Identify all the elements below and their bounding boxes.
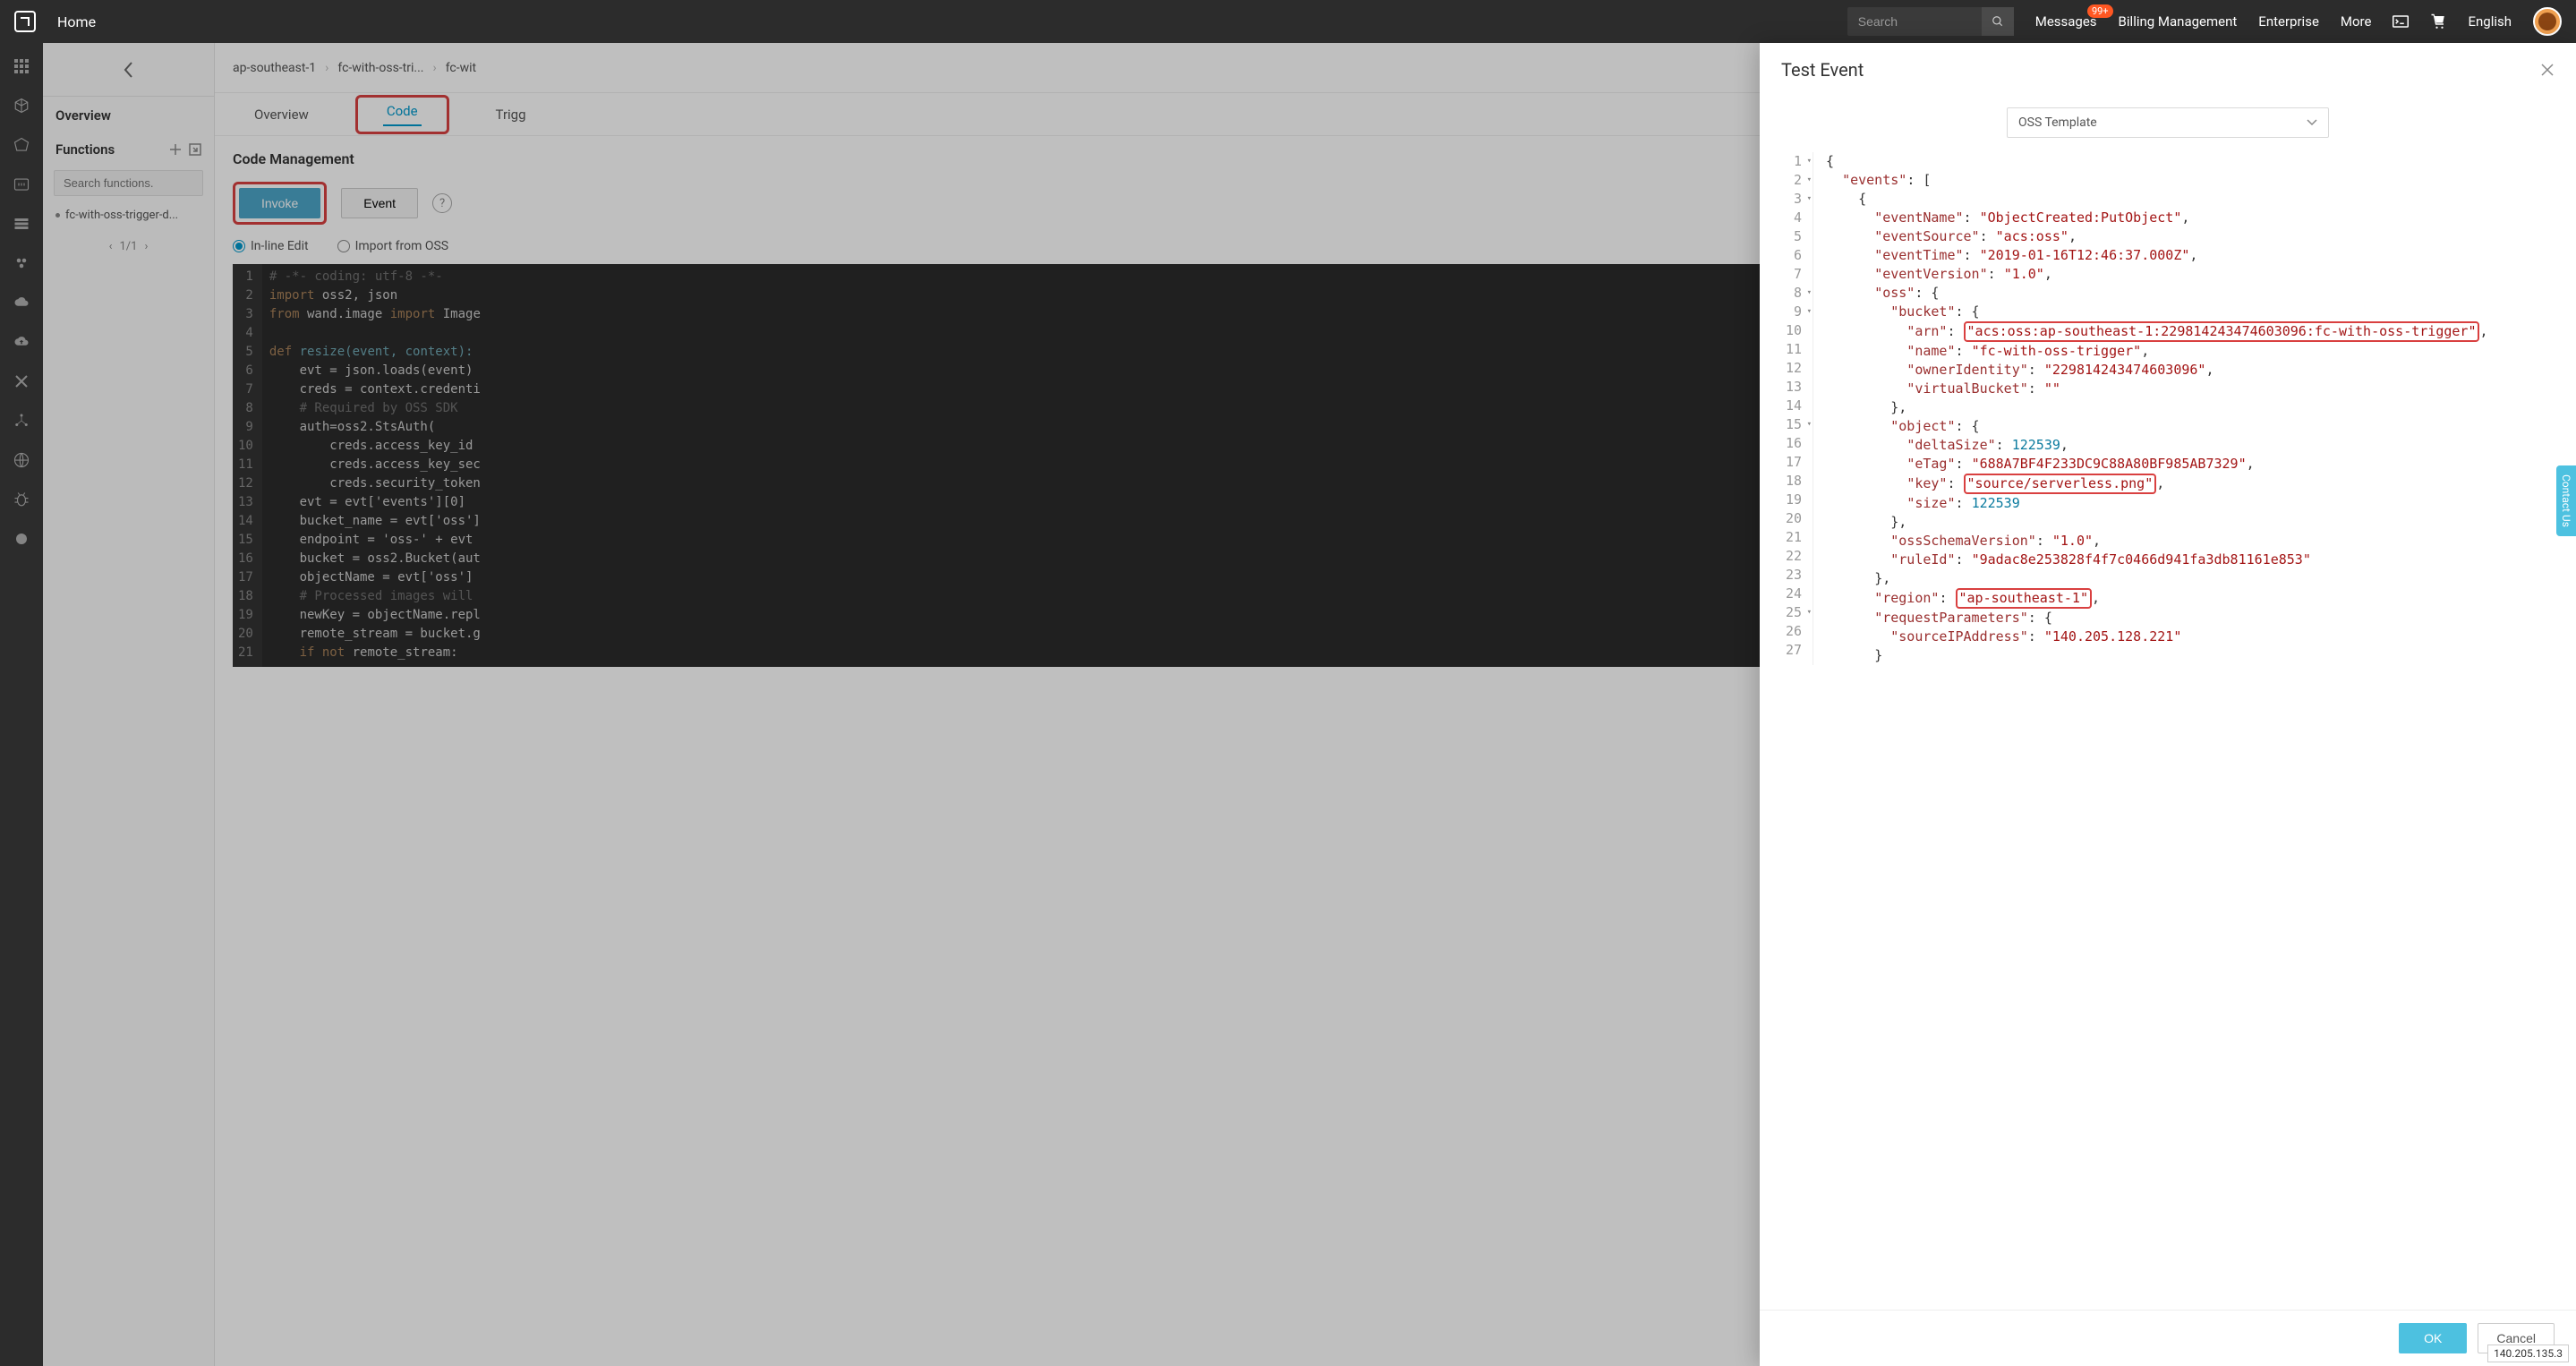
modal-body: OSS Template 123456789101112131415161718…: [1760, 90, 2576, 1310]
bug-icon[interactable]: [13, 491, 30, 508]
grid-icon[interactable]: [13, 57, 30, 75]
json-gutter: 1234567891011121314151617181920212223242…: [1774, 152, 1813, 665]
template-select-value: OSS Template: [2018, 115, 2097, 130]
nav-more[interactable]: More: [2341, 13, 2372, 30]
ip-tooltip: 140.205.135.3: [2487, 1345, 2569, 1362]
json-body: { "events": [ { "eventName": "ObjectCrea…: [1813, 152, 2488, 665]
json-viewer[interactable]: 1234567891011121314151617181920212223242…: [1774, 152, 2567, 665]
top-header: Home Messages 99+ Billing Management Ent…: [0, 0, 2576, 43]
branch-icon[interactable]: [13, 412, 30, 430]
search-icon: [1992, 15, 2004, 28]
cloud-up-icon[interactable]: [13, 333, 30, 351]
modal-header: Test Event: [1760, 43, 2576, 90]
icon-rail: [0, 43, 43, 1366]
global-search: [1847, 7, 2014, 36]
terminal-icon[interactable]: [2393, 13, 2409, 30]
nav-enterprise[interactable]: Enterprise: [2258, 13, 2319, 30]
avatar[interactable]: [2533, 7, 2562, 36]
chevron-down-icon: [2307, 119, 2317, 126]
x-icon[interactable]: [13, 372, 30, 390]
home-link[interactable]: Home: [57, 13, 96, 30]
messages-badge: 99+: [2087, 4, 2113, 18]
cube-icon[interactable]: [13, 97, 30, 115]
globe-icon[interactable]: [13, 451, 30, 469]
ide-icon[interactable]: [13, 175, 30, 193]
modal-backdrop[interactable]: [43, 43, 1760, 1366]
close-icon: [2540, 63, 2555, 77]
cloud-icon[interactable]: [13, 294, 30, 312]
modal-close-button[interactable]: [2540, 63, 2555, 77]
stack-icon[interactable]: [13, 215, 30, 233]
contact-us-tab[interactable]: Contact Us: [2556, 465, 2576, 536]
cart-icon[interactable]: [2430, 13, 2446, 30]
logo-icon[interactable]: [14, 11, 36, 32]
global-search-input[interactable]: [1847, 14, 1982, 29]
nav-billing[interactable]: Billing Management: [2119, 13, 2238, 30]
nav-language[interactable]: English: [2468, 13, 2512, 30]
test-event-modal: Test Event OSS Template 1234567891011121…: [1760, 43, 2576, 1366]
modal-footer: OK Cancel: [1760, 1310, 2576, 1366]
global-search-button[interactable]: [1982, 7, 2014, 36]
nav-messages[interactable]: Messages 99+: [2035, 13, 2097, 30]
polygon-icon[interactable]: [13, 136, 30, 154]
ok-button[interactable]: OK: [2399, 1323, 2467, 1353]
circle-icon[interactable]: [13, 530, 30, 548]
modal-title: Test Event: [1781, 59, 1864, 81]
cluster-icon[interactable]: [13, 254, 30, 272]
template-select[interactable]: OSS Template: [2007, 107, 2329, 138]
